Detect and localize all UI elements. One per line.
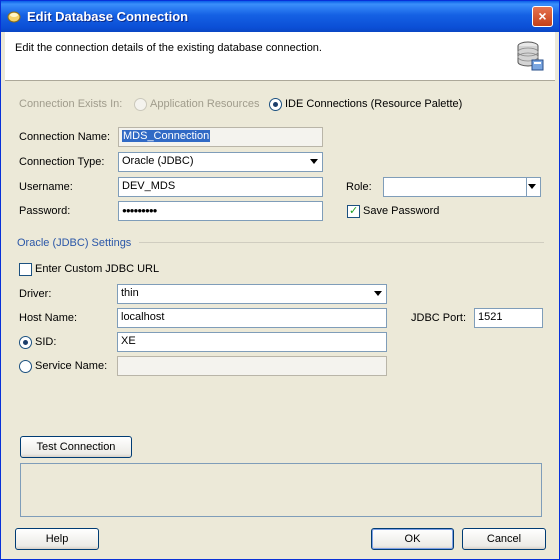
help-button[interactable]: Help	[15, 528, 99, 550]
radio-sid[interactable]	[19, 336, 32, 349]
header-description: Edit the connection details of the exist…	[15, 42, 322, 54]
chevron-down-icon	[310, 159, 318, 164]
application-resources-label: Application Resources	[150, 98, 260, 110]
oracle-app-icon	[7, 11, 21, 23]
sid-value: XE	[121, 335, 136, 347]
dialog-window: Edit Database Connection × Edit the conn…	[0, 0, 560, 560]
connection-type-label: Connection Type:	[19, 156, 105, 168]
section-divider	[139, 242, 544, 243]
ide-connections-label: IDE Connections (Resource Palette)	[285, 98, 463, 110]
connection-name-field[interactable]: MDS_Connection	[118, 127, 323, 147]
save-password-checkbox[interactable]: ✓	[347, 205, 360, 218]
driver-select[interactable]: thin	[117, 284, 387, 304]
host-name-field[interactable]: localhost	[117, 308, 387, 328]
jdbc-port-field[interactable]: 1521	[474, 308, 543, 328]
driver-label: Driver:	[19, 288, 52, 300]
close-button[interactable]: ×	[532, 6, 553, 27]
connection-type-select[interactable]: Oracle (JDBC)	[118, 152, 323, 172]
password-label: Password:	[19, 205, 71, 217]
close-icon: ×	[538, 8, 547, 24]
service-name-label: Service Name:	[35, 360, 108, 372]
database-icon	[517, 41, 544, 71]
test-connection-button[interactable]: Test Connection	[20, 436, 132, 458]
exists-in-label: Connection Exists In:	[19, 98, 123, 110]
save-password-label: Save Password	[363, 205, 440, 217]
service-name-field[interactable]	[117, 356, 387, 376]
radio-service-name[interactable]	[19, 360, 32, 373]
section-title: Oracle (JDBC) Settings	[17, 237, 132, 249]
jdbc-port-value: 1521	[478, 311, 503, 323]
title-bar[interactable]: Edit Database Connection ×	[1, 1, 559, 32]
radio-ide-connections[interactable]	[269, 98, 282, 111]
sid-label: SID:	[35, 336, 57, 348]
host-name-label: Host Name:	[19, 312, 78, 324]
radio-application-resources[interactable]	[134, 98, 147, 111]
sid-field[interactable]: XE	[117, 332, 387, 352]
chevron-down-icon	[374, 291, 382, 296]
cancel-label: Cancel	[486, 533, 522, 545]
connection-name-value: MDS_Connection	[122, 130, 211, 142]
cancel-button[interactable]: Cancel	[462, 528, 546, 550]
username-label: Username:	[19, 181, 73, 193]
role-select[interactable]	[383, 177, 541, 197]
jdbc-port-label: JDBC Port:	[411, 312, 467, 324]
username-field[interactable]: DEV_MDS	[118, 177, 323, 197]
host-name-value: localhost	[121, 311, 165, 323]
test-status-area	[20, 463, 542, 517]
test-connection-label: Test Connection	[36, 441, 116, 453]
chevron-down-icon	[528, 184, 536, 189]
driver-value: thin	[121, 287, 139, 299]
ok-button[interactable]: OK	[371, 528, 454, 550]
connection-name-label: Connection Name:	[19, 131, 111, 143]
password-field[interactable]: ●●●●●●●●●	[118, 201, 323, 221]
ok-label: OK	[404, 533, 421, 545]
role-label: Role:	[346, 181, 372, 193]
header-panel: Edit the connection details of the exist…	[5, 32, 555, 81]
connection-type-value: Oracle (JDBC)	[122, 155, 194, 167]
checkmark-icon: ✓	[349, 205, 359, 217]
custom-jdbc-url-checkbox[interactable]	[19, 263, 32, 276]
window-title: Edit Database Connection	[27, 9, 189, 24]
username-value: DEV_MDS	[122, 180, 176, 192]
custom-jdbc-url-label: Enter Custom JDBC URL	[35, 263, 160, 275]
help-label: Help	[45, 533, 69, 545]
password-value: ●●●●●●●●●	[122, 206, 157, 215]
